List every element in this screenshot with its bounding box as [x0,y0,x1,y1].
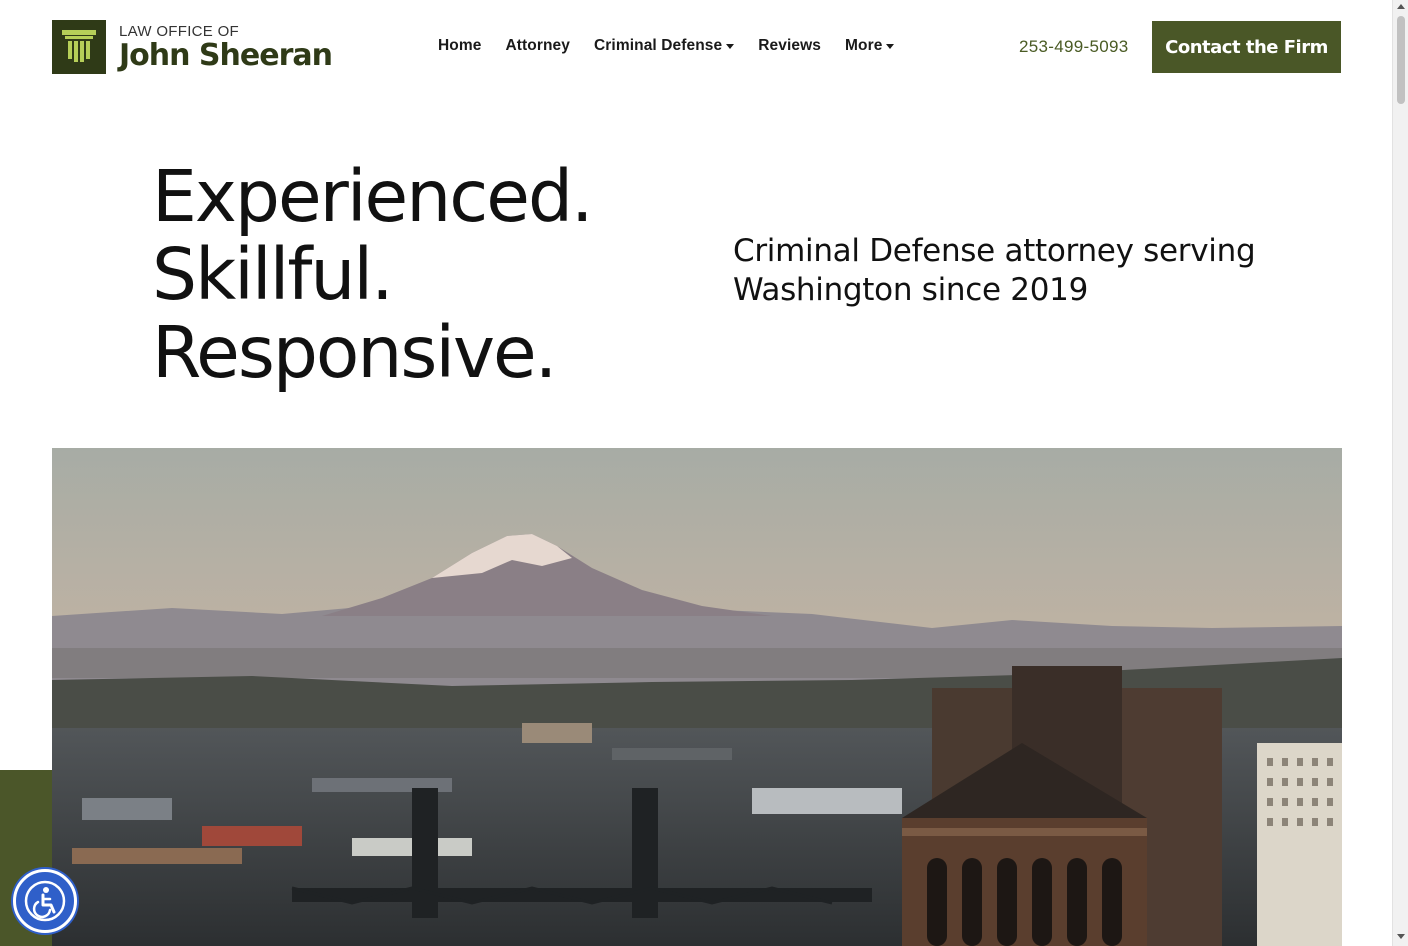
nav-label: More [844,37,883,54]
nav-label: Home [438,37,482,54]
scroll-thumb[interactable] [1397,16,1405,104]
headline-line: Responsive. [152,311,557,394]
logo-pre-title: LAW OFFICE OF [119,22,240,40]
logo-name: John Sheeran [119,37,333,73]
accessibility-button[interactable] [13,869,77,933]
nav-label: Attorney [505,37,570,54]
nav-label: Criminal Defense [594,37,723,54]
site-header: LAW OFFICE OF John Sheeran Home Attorney… [0,0,1392,100]
pillar-icon [52,20,106,74]
scroll-up-arrow-icon[interactable] [1397,4,1405,9]
accessibility-icon [24,880,66,922]
scroll-down-arrow-icon[interactable] [1397,934,1405,939]
main-nav: Home Attorney Criminal Defense Reviews M… [438,37,918,55]
headline-line: Skillful. [152,233,394,316]
hero-subheadline: Criminal Defense attorney serving Washin… [733,233,1256,308]
logo-text: LAW OFFICE OF John Sheeran [119,22,333,73]
caret-down-icon [726,44,735,49]
nav-home[interactable]: Home [438,37,481,55]
caret-down-icon [886,44,895,49]
nav-attorney[interactable]: Attorney [505,37,570,55]
nav-reviews[interactable]: Reviews [758,37,821,55]
phone-link[interactable]: 253-499-5093 [1019,37,1128,57]
nav-more[interactable]: More [844,37,895,55]
nav-label: Reviews [758,37,821,54]
contact-firm-button[interactable]: Contact the Firm [1152,21,1341,73]
headline-line: Experienced. [152,155,594,238]
page-scrollbar[interactable] [1392,0,1408,946]
nav-criminal-defense[interactable]: Criminal Defense [594,37,735,55]
hero-headline: Experienced. Skillful. Responsive. [152,155,594,394]
city-mountain-photo [52,448,1342,946]
page: LAW OFFICE OF John Sheeran Home Attorney… [0,0,1392,946]
site-logo[interactable]: LAW OFFICE OF John Sheeran [52,20,333,74]
